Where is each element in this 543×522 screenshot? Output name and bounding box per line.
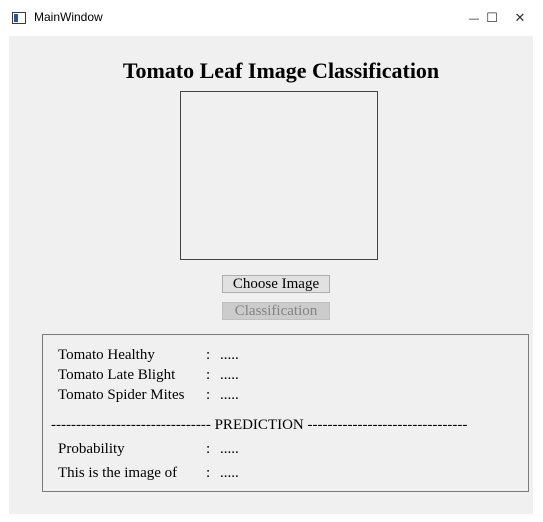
probability-value: .....	[220, 441, 239, 457]
image-of-row: This is the image of : .....	[58, 465, 239, 482]
close-icon: ✕	[514, 10, 526, 26]
image-of-colon: :	[206, 465, 211, 481]
main-window-body: Tomato Leaf Image Classification Choose …	[9, 36, 533, 514]
image-of-label: This is the image of	[58, 465, 178, 481]
result-colon: :	[206, 387, 211, 403]
result-row-healthy: Tomato Healthy : .....	[58, 347, 239, 364]
result-value: .....	[220, 387, 239, 403]
result-label: Tomato Healthy	[58, 347, 155, 363]
result-value: .....	[220, 367, 239, 383]
title-bar: MainWindow — ☐ ✕	[0, 0, 543, 36]
app-icon	[12, 12, 26, 24]
image-of-value: .....	[220, 465, 239, 481]
result-row-late-blight: Tomato Late Blight : .....	[58, 367, 239, 384]
window-title: MainWindow	[34, 10, 103, 24]
probability-row: Probability : .....	[58, 441, 239, 458]
result-colon: :	[206, 347, 211, 363]
result-row-spider-mites: Tomato Spider Mites : .....	[58, 387, 239, 404]
image-preview	[180, 91, 378, 260]
result-label: Tomato Late Blight	[58, 367, 176, 383]
probability-colon: :	[206, 441, 211, 457]
choose-image-button[interactable]: Choose Image	[222, 275, 330, 293]
probability-label: Probability	[58, 441, 125, 457]
classification-button[interactable]: Classification	[222, 302, 330, 320]
result-value: .....	[220, 347, 239, 363]
close-button[interactable]: ✕	[497, 0, 543, 36]
page-title: Tomato Leaf Image Classification	[122, 58, 440, 83]
result-colon: :	[206, 367, 211, 383]
result-label: Tomato Spider Mites	[58, 387, 185, 403]
results-panel: Tomato Healthy : ..... Tomato Late Bligh…	[42, 334, 529, 492]
prediction-divider: -------------------------------- PREDICT…	[51, 417, 468, 433]
